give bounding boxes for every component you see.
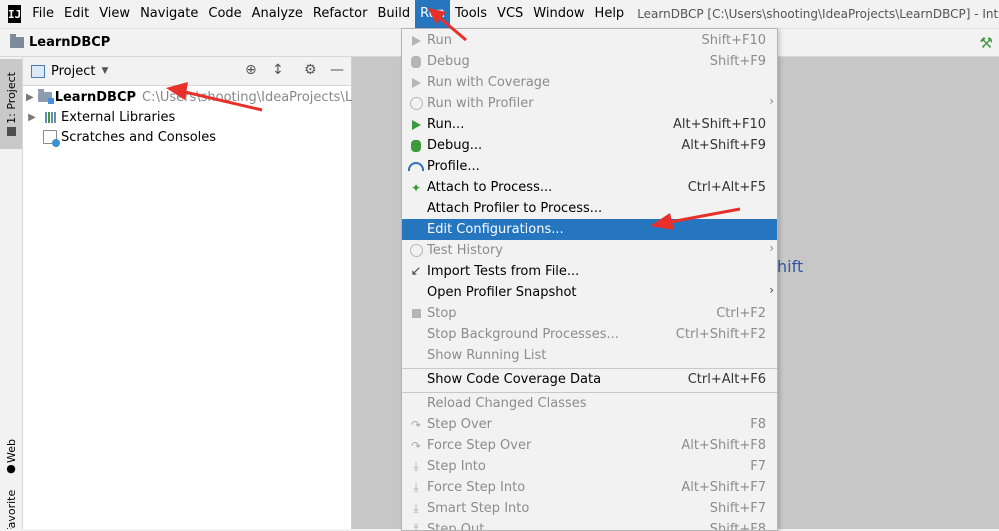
run-icon — [408, 33, 424, 49]
tool-tab-web[interactable]: Web ● — [0, 429, 22, 485]
stop-icon — [408, 306, 424, 322]
menu-edit[interactable]: Edit — [59, 0, 94, 28]
force-step-over-icon: ↷ — [408, 438, 424, 454]
history-clock-icon — [408, 243, 424, 259]
force-step-into-icon: ⤓ — [408, 480, 424, 496]
menu-vcs[interactable]: VCS — [492, 0, 528, 28]
step-into-icon: ⤓ — [408, 459, 424, 475]
menu-item-force-step-into[interactable]: ⤓ Force Step Into Alt+Shift+F7 — [402, 477, 777, 498]
menu-item-run-with-profiler[interactable]: Run with Profiler › — [402, 93, 777, 114]
menu-item-step-over[interactable]: ↷ Step Over F8 — [402, 414, 777, 435]
menu-code[interactable]: Code — [203, 0, 246, 28]
submenu-arrow-icon: › — [769, 241, 774, 255]
window-title: LearnDBCP [C:\Users\shooting\IdeaProject… — [637, 7, 999, 21]
tool-tab-project-label: 1: Project — [5, 72, 18, 124]
menu-item-debug[interactable]: Debug Shift+F9 — [402, 51, 777, 72]
chevron-down-icon[interactable]: ▼ — [101, 66, 108, 76]
menu-item-test-history[interactable]: Test History › — [402, 240, 777, 261]
menu-item-reload-changed-classes[interactable]: Reload Changed Classes — [402, 393, 777, 414]
smart-step-into-icon: ⤓ — [408, 501, 424, 517]
libraries-icon — [42, 110, 58, 124]
tree-item-scratches[interactable]: Scratches and Consoles — [23, 127, 351, 147]
menu-item-attach-to-process[interactable]: ✦ Attach to Process... Ctrl+Alt+F5 — [402, 177, 777, 198]
menu-item-profile[interactable]: Profile... — [402, 156, 777, 177]
web-globe-icon: ● — [6, 462, 16, 475]
menu-item-step-into[interactable]: ⤓ Step Into F7 — [402, 456, 777, 477]
submenu-arrow-icon: › — [769, 283, 774, 297]
tool-tab-favorites-label: Favorites — [5, 489, 18, 529]
menu-item-force-step-over[interactable]: ↷ Force Step Over Alt+Shift+F8 — [402, 435, 777, 456]
profile-gauge-icon — [408, 159, 424, 175]
menu-analyze[interactable]: Analyze — [247, 0, 308, 28]
step-over-icon: ↷ — [408, 417, 424, 433]
menu-item-step-out[interactable]: ⤒ Step Out Shift+F8 — [402, 519, 777, 531]
intellij-logo-icon: IJ — [8, 5, 21, 23]
menu-item-import-tests[interactable]: ↙ Import Tests from File... — [402, 261, 777, 282]
tree-item-label: External Libraries — [61, 110, 175, 125]
menu-file[interactable]: File — [27, 0, 59, 28]
import-icon: ↙ — [408, 264, 424, 280]
menu-item-attach-profiler[interactable]: Attach Profiler to Process... — [402, 198, 777, 219]
breadcrumb-project[interactable]: LearnDBCP — [29, 35, 110, 50]
menu-item-show-running-list[interactable]: Show Running List — [402, 345, 777, 366]
project-tool-window: Project ▼ ⊕ ↕ ⚙ — ▶ LearnDBCP C:\Users\s… — [23, 57, 352, 529]
menu-window[interactable]: Window — [528, 0, 589, 28]
menu-refactor[interactable]: Refactor — [308, 0, 373, 28]
chevron-right-icon[interactable]: ▶ — [26, 112, 38, 123]
left-tool-stripe: 1: Project Web ● Favorites — [0, 57, 23, 529]
tree-item-external-libraries[interactable]: ▶ External Libraries — [23, 107, 351, 127]
tool-tab-favorites[interactable]: Favorites — [0, 489, 22, 529]
tree-item-label: Scratches and Consoles — [61, 130, 216, 145]
menu-help[interactable]: Help — [590, 0, 630, 28]
project-tool-icon — [7, 127, 16, 136]
scratches-icon — [42, 130, 58, 144]
project-view-icon — [31, 65, 45, 78]
menu-item-show-code-coverage[interactable]: Show Code Coverage Data Ctrl+Alt+F6 — [402, 369, 777, 390]
profiler-icon — [408, 96, 424, 112]
coverage-icon — [408, 75, 424, 91]
tree-item-label: LearnDBCP — [55, 90, 136, 105]
run-icon — [408, 117, 424, 133]
menu-item-run[interactable]: Run Shift+F10 — [402, 30, 777, 51]
project-panel-header: Project ▼ ⊕ ↕ ⚙ — — [23, 57, 351, 86]
menu-run[interactable]: Run — [415, 0, 450, 28]
step-out-icon: ⤒ — [408, 522, 424, 531]
project-view-selector[interactable]: Project — [51, 64, 95, 79]
menu-build[interactable]: Build — [372, 0, 415, 28]
menu-item-stop-background[interactable]: Stop Background Processes... Ctrl+Shift+… — [402, 324, 777, 345]
tool-tab-project[interactable]: 1: Project — [0, 59, 22, 149]
chevron-right-icon[interactable]: ▶ — [26, 92, 34, 103]
submenu-arrow-icon: › — [769, 94, 774, 108]
build-hammer-icon[interactable]: ⚒ — [980, 34, 993, 52]
menu-item-smart-step-into[interactable]: ⤓ Smart Step Into Shift+F7 — [402, 498, 777, 519]
menu-item-debug-dots[interactable]: Debug... Alt+Shift+F9 — [402, 135, 777, 156]
menu-item-run-with-coverage[interactable]: Run with Coverage — [402, 72, 777, 93]
locate-target-icon[interactable]: ⊕ — [245, 62, 257, 78]
attach-process-icon: ✦ — [408, 180, 424, 196]
collapse-all-icon[interactable]: ↕ — [272, 62, 284, 78]
debug-icon — [408, 138, 424, 154]
editor-empty-hint: hift — [777, 257, 803, 276]
menu-item-edit-configurations[interactable]: Edit Configurations... — [402, 219, 777, 240]
menu-item-run-dots[interactable]: Run... Alt+Shift+F10 — [402, 114, 777, 135]
tree-item-project-root[interactable]: ▶ LearnDBCP C:\Users\shooting\IdeaProjec… — [23, 87, 351, 107]
menu-tools[interactable]: Tools — [450, 0, 492, 28]
minimize-icon[interactable]: — — [330, 62, 344, 78]
menu-navigate[interactable]: Navigate — [135, 0, 203, 28]
tool-tab-web-label: Web — [5, 439, 18, 463]
gear-icon[interactable]: ⚙ — [304, 62, 317, 78]
debug-icon — [408, 54, 424, 70]
menu-item-open-profiler-snapshot[interactable]: Open Profiler Snapshot › — [402, 282, 777, 303]
run-menu-dropdown: Run Shift+F10 Debug Shift+F9 Run with Co… — [401, 28, 778, 531]
menu-item-stop[interactable]: Stop Ctrl+F2 — [402, 303, 777, 324]
folder-icon — [10, 37, 24, 48]
menu-bar: IJ File Edit View Navigate Code Analyze … — [0, 0, 999, 29]
menu-view[interactable]: View — [94, 0, 135, 28]
module-folder-icon — [38, 90, 52, 104]
